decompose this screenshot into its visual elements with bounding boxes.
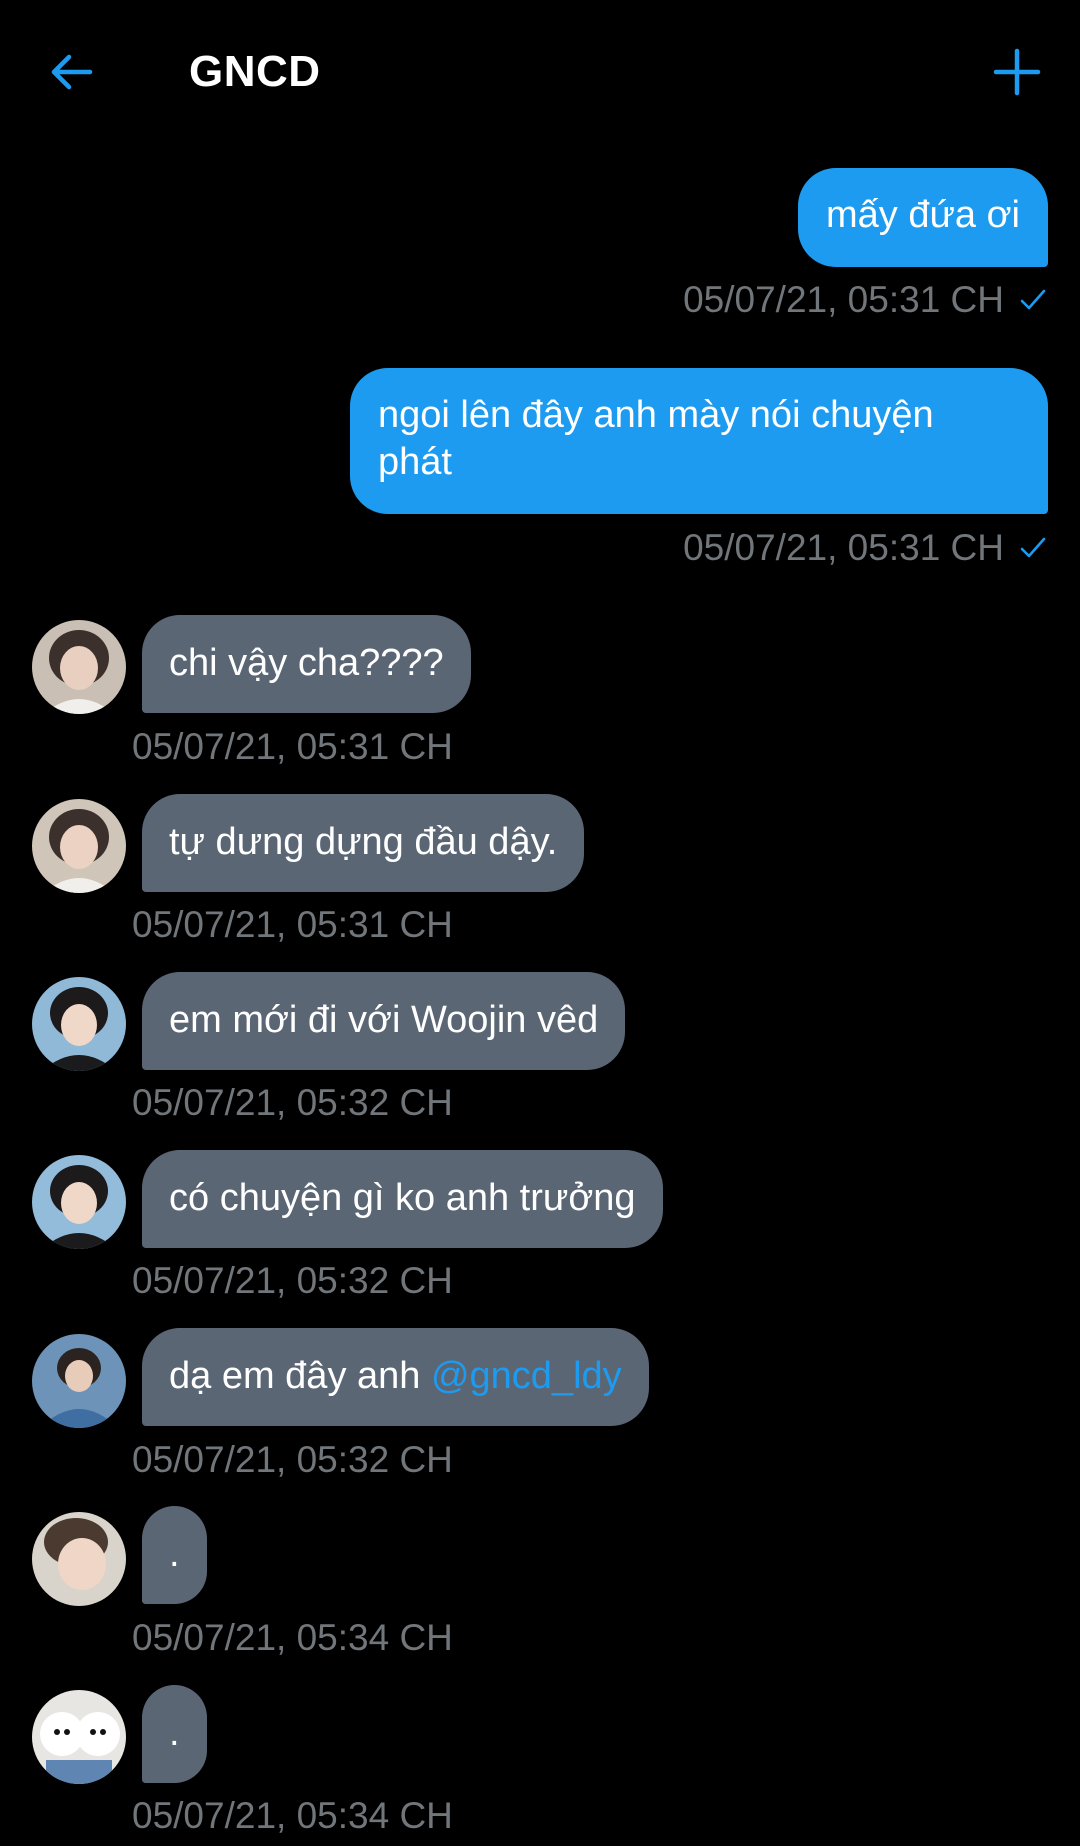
message-timestamp: 05/07/21, 05:32 CH	[132, 1082, 453, 1123]
message-timestamp: 05/07/21, 05:34 CH	[132, 1617, 453, 1658]
check-icon	[1020, 289, 1046, 310]
message-bubble-incoming[interactable]: chi vậy cha????	[142, 615, 471, 713]
message-text: có chuyện gì ko anh trưởng	[169, 1177, 636, 1219]
message-text: dạ em đây anh	[169, 1355, 431, 1397]
message-bubble-incoming[interactable]: em mới đi với Woojin vêd	[142, 972, 626, 1070]
timestamp-text: 05/07/21, 05:31 CH	[683, 527, 1004, 568]
avatar[interactable]	[32, 799, 126, 893]
avatar[interactable]	[32, 1512, 126, 1606]
message-bubble-incoming[interactable]: .	[142, 1506, 207, 1604]
message-bubble-incoming[interactable]: có chuyện gì ko anh trưởng	[142, 1150, 663, 1248]
message-bubble-incoming[interactable]: tự dưng dựng đầu dậy.	[142, 794, 585, 892]
message-timestamp: 05/07/21, 05:31 CH	[132, 904, 453, 945]
message-bubble-incoming[interactable]: dạ em đây anh @gncd_ldy	[142, 1328, 649, 1426]
message-timestamp: 05/07/21, 05:32 CH	[132, 1260, 453, 1301]
message-text: em mới đi với Woojin vêd	[169, 999, 599, 1041]
message-text: chi vậy cha????	[169, 642, 444, 684]
avatar[interactable]	[32, 620, 126, 714]
avatar[interactable]	[32, 1155, 126, 1249]
message-timestamp: 05/07/21, 05:32 CH	[132, 1439, 453, 1480]
avatar[interactable]	[32, 1690, 126, 1784]
avatar[interactable]	[32, 1334, 126, 1428]
message-text: mấy đứa ơi	[826, 194, 1020, 236]
message-text: tự dưng dựng đầu dậy.	[169, 821, 558, 863]
message-text: .	[169, 1712, 180, 1754]
message-timestamp: 05/07/21, 05:34 CH	[132, 1795, 453, 1836]
check-icon	[1020, 537, 1046, 558]
message-list: mấy đứa ơi 05/07/21, 05:31 CH ngoi lên đ…	[0, 0, 1080, 1846]
message-timestamp: 05/07/21, 05:31 CH	[683, 278, 1048, 322]
message-text: .	[169, 1533, 180, 1575]
user-mention-link[interactable]: @gncd_ldy	[431, 1355, 622, 1397]
message-text-line: ngoi lên đây anh mày nói chuyện	[378, 394, 934, 436]
timestamp-text: 05/07/21, 05:31 CH	[683, 279, 1004, 320]
message-bubble-incoming[interactable]: .	[142, 1685, 207, 1783]
message-bubble-outgoing[interactable]: ngoi lên đây anh mày nói chuyện phát	[350, 368, 1048, 514]
message-timestamp: 05/07/21, 05:31 CH	[132, 726, 453, 767]
message-timestamp: 05/07/21, 05:31 CH	[683, 526, 1048, 570]
message-bubble-outgoing[interactable]: mấy đứa ơi	[798, 168, 1048, 267]
avatar[interactable]	[32, 977, 126, 1071]
message-text-line: phát	[378, 441, 452, 483]
